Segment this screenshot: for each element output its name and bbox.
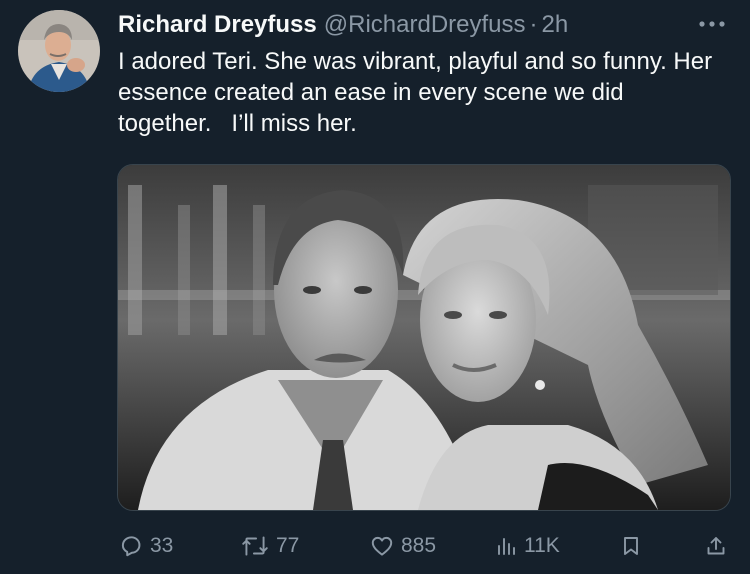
bookmark-icon xyxy=(624,537,638,555)
bookmark-button[interactable] xyxy=(619,528,649,564)
author-handle[interactable]: @RichardDreyfuss xyxy=(324,10,526,40)
views-button[interactable]: 11K xyxy=(494,528,560,564)
views-chart-icon xyxy=(498,538,515,555)
share-button[interactable] xyxy=(704,528,734,564)
share-icon xyxy=(707,537,725,555)
like-count: 885 xyxy=(401,534,437,557)
author-avatar[interactable] xyxy=(18,10,100,92)
header-separator: · xyxy=(529,11,538,38)
tweet-text: I adored Teri. She was vibrant, playful … xyxy=(118,48,719,137)
tweet-actions: 33 77 885 11K xyxy=(0,528,750,564)
retweet-count: 77 xyxy=(276,534,300,557)
tweet-header: Richard Dreyfuss @RichardDreyfuss · 2h xyxy=(118,10,568,40)
like-button[interactable]: 885 xyxy=(369,528,436,564)
reply-button[interactable]: 33 xyxy=(118,528,173,564)
tweet-timestamp[interactable]: 2h xyxy=(542,10,569,40)
views-count: 11K xyxy=(524,534,560,557)
tweet-photo[interactable] xyxy=(117,164,731,511)
author-display-name[interactable]: Richard Dreyfuss xyxy=(118,10,317,40)
more-icon[interactable] xyxy=(694,12,730,36)
retweet-button[interactable]: 77 xyxy=(240,528,299,564)
reply-icon xyxy=(121,536,141,557)
retweet-icon xyxy=(242,536,268,556)
reply-count: 33 xyxy=(150,534,174,557)
tweet[interactable]: Richard Dreyfuss @RichardDreyfuss · 2h I… xyxy=(0,0,750,574)
heart-icon xyxy=(371,536,393,556)
